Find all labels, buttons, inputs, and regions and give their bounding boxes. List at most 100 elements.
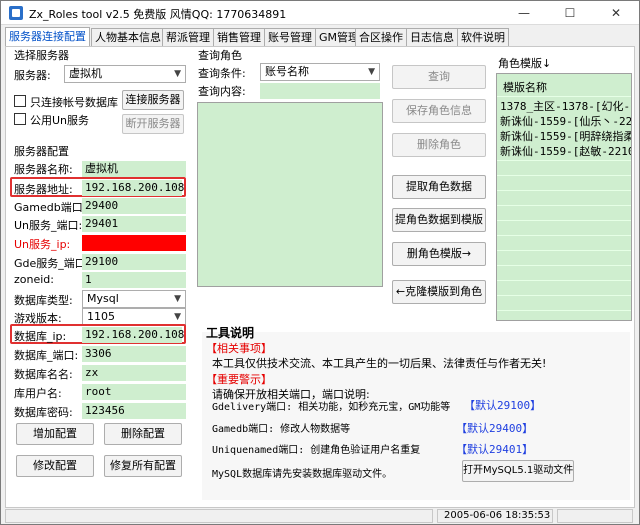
- list-divider: [497, 220, 631, 221]
- tab-sales[interactable]: 销售管理: [213, 28, 265, 47]
- extract-to-template-button[interactable]: 提角色数据到模版: [392, 208, 486, 232]
- db-port-field[interactable]: 3306: [82, 346, 186, 362]
- list-divider: [497, 235, 631, 236]
- uniquename-default-link[interactable]: 【默认29401】: [456, 441, 533, 457]
- warning-heading: 【重要警示】: [206, 373, 272, 386]
- db-ip-field[interactable]: 192.168.200.108: [82, 327, 184, 343]
- window-title: Zx_Roles tool v2.5 免费版 风情QQ: 1770634891: [29, 8, 287, 21]
- list-item[interactable]: 新诛仙-1559-[明辞绕指柔-2: [500, 128, 631, 144]
- server-config-title: 服务器配置: [14, 145, 69, 158]
- gamedb-default-link[interactable]: 【默认29400】: [456, 420, 533, 436]
- un-ip-field[interactable]: [82, 235, 186, 251]
- delete-role-button[interactable]: 删除角色: [392, 133, 486, 157]
- tab-accounts[interactable]: 账号管理: [264, 28, 316, 47]
- db-password-label: 数据库密码:: [14, 406, 73, 419]
- modify-all-config-button[interactable]: 修复所有配置: [104, 455, 182, 477]
- zoneid-field[interactable]: 1: [82, 272, 186, 288]
- clone-template-button[interactable]: ←克隆模版到角色: [392, 280, 486, 304]
- connect-server-button[interactable]: 连接服务器: [122, 90, 184, 110]
- only-connect-db-checkbox[interactable]: [14, 95, 26, 107]
- open-mysql-driver-button[interactable]: 打开MySQL5.1驱动文件: [462, 460, 574, 482]
- title-bar[interactable]: Zx_Roles tool v2.5 免费版 风情QQ: 1770634891 …: [1, 1, 639, 25]
- db-user-field[interactable]: root: [82, 384, 186, 400]
- list-divider: [497, 250, 631, 251]
- db-type-value: Mysql: [87, 292, 119, 305]
- un-port-label: Un服务_端口:: [14, 219, 83, 232]
- extract-role-data-button[interactable]: 提取角色数据: [392, 175, 486, 199]
- chevron-down-icon: ▼: [174, 312, 181, 322]
- server-name-label: 服务器名称:: [14, 163, 73, 176]
- tab-merge[interactable]: 合区操作: [355, 28, 407, 47]
- tool-info-title: 工具说明: [206, 326, 255, 340]
- db-ip-label: 数据库_ip:: [14, 330, 67, 343]
- list-divider: [497, 190, 631, 191]
- gamedb-port-label: Gamedb端口:: [14, 201, 87, 214]
- list-divider: [497, 160, 631, 161]
- tool-info-panel: 工具说明 【相关事项】 本工具仅供技术交流、本工具产生的一切后果、法律责任与作者…: [202, 326, 630, 500]
- tab-character-info[interactable]: 人物基本信息: [91, 28, 165, 47]
- tab-guild[interactable]: 帮派管理: [162, 28, 214, 47]
- server-select[interactable]: 虚拟机 ▼: [64, 65, 186, 83]
- list-divider: [497, 265, 631, 266]
- gamedb-port-field[interactable]: 29400: [82, 198, 186, 214]
- list-divider: [497, 96, 631, 97]
- list-item[interactable]: 新诛仙-1559-[赵敏-2210]-2: [500, 143, 631, 159]
- status-cell-datetime: 2005-06-06 18:35:53: [437, 509, 553, 523]
- save-role-button[interactable]: 保存角色信息: [392, 99, 486, 123]
- query-result-box[interactable]: [197, 102, 383, 287]
- un-port-field[interactable]: 29401: [82, 216, 186, 232]
- query-content-label: 查询内容:: [198, 85, 246, 98]
- notice-text: 本工具仅供技术交流、本工具产生的一切后果、法律责任与作者无关!: [212, 357, 547, 370]
- tab-logs[interactable]: 日志信息: [406, 28, 458, 47]
- status-cell-extra: [557, 509, 633, 523]
- gde-port-field[interactable]: 29100: [82, 254, 186, 270]
- gde-default-link[interactable]: 【默认29100】: [464, 397, 541, 413]
- only-connect-db-label: 只连接帐号数据库: [30, 96, 118, 109]
- query-button[interactable]: 查询: [392, 65, 486, 89]
- query-content-input[interactable]: [260, 83, 380, 99]
- minimize-button[interactable]: —: [501, 1, 547, 25]
- chevron-down-icon: ▼: [368, 67, 375, 77]
- add-config-button[interactable]: 增加配置: [16, 423, 94, 445]
- db-type-label: 数据库类型:: [14, 294, 73, 307]
- tab-panel: 选择服务器 服务器: 虚拟机 ▼ 只连接帐号数据库 公用Un服务 连接服务器 断…: [5, 46, 635, 508]
- db-port-label: 数据库_端口:: [14, 349, 79, 362]
- gde-port-label: Gde服务_端口:: [14, 257, 90, 270]
- list-divider: [497, 310, 631, 311]
- gamedb-port-text: Gamedb端口: 修改人物数据等: [212, 424, 351, 435]
- maximize-button[interactable]: ☐: [547, 1, 593, 25]
- list-item[interactable]: 1378_主区-1378-[幻化-1041: [500, 98, 631, 114]
- chevron-down-icon: ▼: [174, 69, 181, 79]
- app-icon: [9, 6, 23, 20]
- uniquename-port-text: Uniquenamed端口: 创建角色验证用户名重复: [212, 445, 421, 456]
- delete-config-button[interactable]: 删除配置: [104, 423, 182, 445]
- close-button[interactable]: ✕: [593, 1, 639, 25]
- zoneid-label: zoneid:: [14, 273, 54, 286]
- game-version-value: 1105: [87, 310, 115, 323]
- template-list-header[interactable]: 模版名称: [503, 79, 547, 95]
- public-un-checkbox[interactable]: [14, 113, 26, 125]
- server-address-field[interactable]: 192.168.200.108: [82, 180, 184, 196]
- gde-port-text: Gdelivery端口: 相关功能，如秒充元宝，GM功能等: [212, 402, 451, 413]
- query-role-title: 查询角色: [198, 49, 242, 62]
- tab-about[interactable]: 软件说明: [457, 28, 509, 47]
- tab-server-connection[interactable]: 服务器连接配置: [5, 27, 90, 47]
- mysql-note-text: MySQL数据库请先安装数据库驱动文件。: [212, 469, 393, 480]
- db-user-label: 库用户名:: [14, 387, 62, 400]
- query-condition-select[interactable]: 账号名称 ▼: [260, 63, 380, 81]
- role-template-list[interactable]: 模版名称 1378_主区-1378-[幻化-1041 新诛仙-1559-[仙乐丶…: [496, 73, 632, 321]
- db-password-field[interactable]: 123456: [82, 403, 186, 419]
- disconnect-server-button[interactable]: 断开服务器: [122, 114, 184, 134]
- status-datetime: 2005-06-06 18:35:53: [444, 510, 551, 521]
- server-select-value: 虚拟机: [69, 67, 102, 80]
- server-name-field[interactable]: 虚拟机: [82, 161, 186, 177]
- list-divider: [497, 280, 631, 281]
- modify-config-button[interactable]: 修改配置: [16, 455, 94, 477]
- status-bar: 2005-06-06 18:35:53: [5, 508, 635, 524]
- db-name-field[interactable]: zx: [82, 365, 186, 381]
- db-type-select[interactable]: Mysql ▼: [82, 290, 186, 308]
- list-divider: [497, 205, 631, 206]
- list-item[interactable]: 新诛仙-1559-[仙乐丶-2208]: [500, 113, 631, 129]
- query-condition-value: 账号名称: [265, 65, 309, 78]
- delete-template-button[interactable]: 删角色模版→: [392, 242, 486, 266]
